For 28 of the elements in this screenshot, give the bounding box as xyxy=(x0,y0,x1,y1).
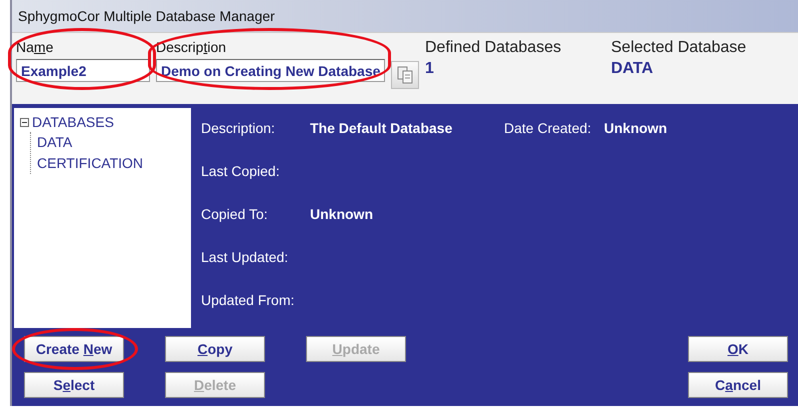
info-label: Selected Database xyxy=(611,39,748,56)
detail-label: Description: xyxy=(201,120,276,136)
button[interactable]: Copy xyxy=(165,336,265,362)
detail-label: Last Copied: xyxy=(201,162,281,178)
field-label: Description xyxy=(156,39,228,56)
detail-label: Updated From: xyxy=(201,292,296,308)
button[interactable]: Cancel xyxy=(688,372,788,398)
info-value: 1 xyxy=(425,60,435,78)
tree-item[interactable]: DATA xyxy=(37,134,72,150)
document-icon[interactable] xyxy=(391,61,419,89)
detail-value: Unknown xyxy=(604,120,668,136)
tree-item[interactable]: DATABASES xyxy=(32,112,114,132)
button[interactable]: Create New xyxy=(24,336,124,362)
detail-label: Date Created: xyxy=(504,120,592,136)
button[interactable]: Select xyxy=(24,372,124,398)
detail-value: The Default Database xyxy=(310,120,454,136)
info-label: Defined Databases xyxy=(425,39,562,56)
detail-label: Last Updated: xyxy=(201,248,290,264)
field-label: Name xyxy=(16,39,54,56)
detail-value: Unknown xyxy=(310,206,374,222)
text-field[interactable]: Demo on Creating New Database xyxy=(156,59,385,82)
button[interactable]: OK xyxy=(688,336,788,362)
text-field[interactable]: Example2 xyxy=(16,59,150,82)
info-value: DATA xyxy=(611,60,654,78)
detail-label: Copied To: xyxy=(201,206,269,222)
window-title: SphygmoCor Multiple Database Manager xyxy=(12,0,798,32)
tree-item[interactable]: CERTIFICATION xyxy=(37,155,144,171)
collapse-icon[interactable] xyxy=(20,118,29,126)
